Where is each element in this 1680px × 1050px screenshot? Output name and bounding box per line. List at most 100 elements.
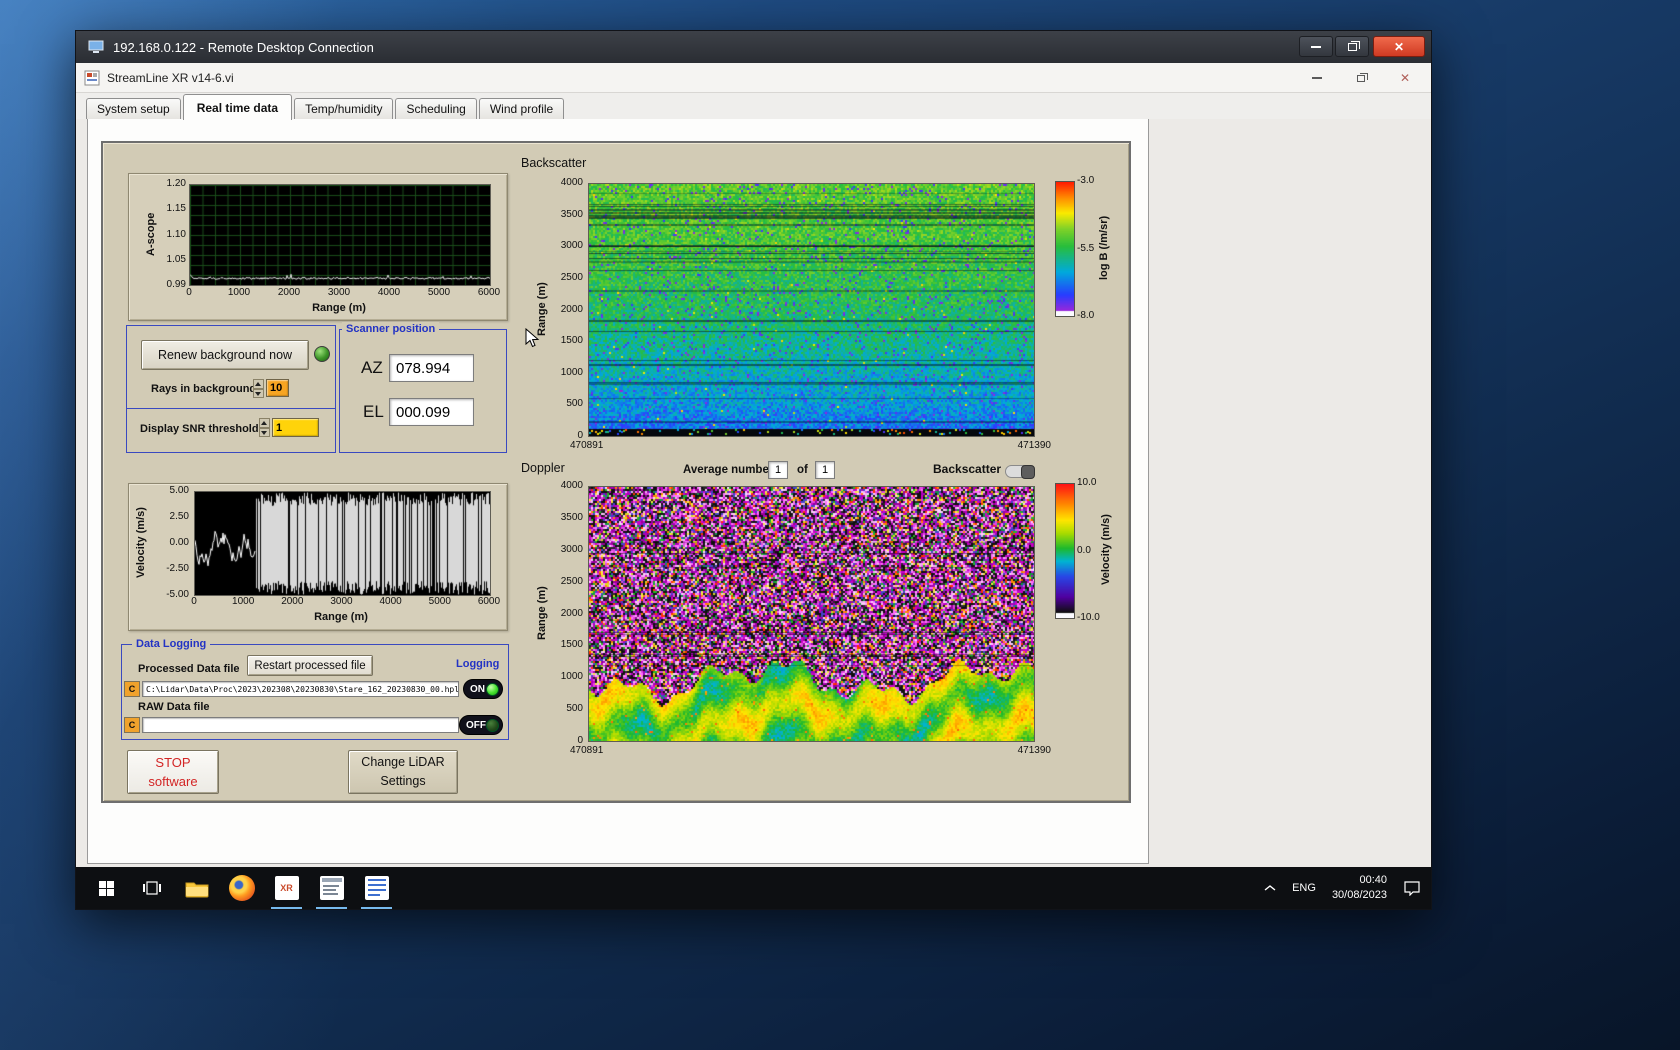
doppler-title: Doppler [521, 461, 565, 475]
streamline-app-button[interactable]: XR [264, 867, 309, 909]
spin-up-icon [259, 418, 270, 428]
tick-label: 1.10 [166, 228, 186, 240]
raw-path-field[interactable] [142, 717, 459, 733]
start-button[interactable] [84, 867, 129, 909]
tick-label: 6000 [477, 596, 501, 607]
spin-down-icon [253, 388, 264, 398]
clock-date: 30/08/2023 [1331, 889, 1387, 901]
rays-in-background-label: Rays in background [151, 383, 257, 395]
ascope-x-axis-label: Range (m) [312, 302, 366, 314]
firefox-button[interactable] [219, 867, 264, 909]
logging-on-toggle[interactable]: ON [463, 679, 503, 699]
tick-label: 0 [191, 596, 197, 607]
backscatter-toggle-label: Backscatter [933, 462, 1002, 476]
raw-path-drive-button[interactable]: C [124, 717, 140, 733]
tab-real-time-data[interactable]: Real time data [182, 94, 293, 120]
processed-path-drive-button[interactable]: C [124, 681, 140, 697]
tick-label: 2000 [560, 607, 583, 619]
average-count-field[interactable]: 1 [815, 461, 835, 479]
taskbar-clock[interactable]: 00:40 30/08/2023 [1332, 873, 1387, 903]
rdp-restore-button[interactable] [1335, 36, 1369, 57]
app-titlebar[interactable]: StreamLine XR v14-6.vi [76, 63, 1431, 93]
doppler-colorbar-label: Velocity (m/s) [1100, 514, 1112, 586]
restart-processed-file-button[interactable]: Restart processed file [247, 655, 373, 676]
tick-label: 5000 [428, 596, 451, 607]
action-center-button[interactable] [1403, 880, 1421, 896]
tab-wind-profile[interactable]: Wind profile [478, 98, 565, 119]
snr-spinner[interactable] [259, 418, 270, 437]
taskbar: XR ENG 00:40 30/08/2023 [76, 867, 1431, 909]
folder-icon [185, 882, 208, 897]
app-restore-button[interactable] [1353, 70, 1369, 86]
velocity-y-ticks: 5.00 2.50 0.00 -2.50 -5.00 [147, 484, 189, 601]
backscatter-x-start: 470891 [570, 440, 604, 451]
tick-label: 1500 [560, 335, 583, 347]
tick-label: -3.0 [1077, 175, 1095, 186]
tick-label: -2.50 [166, 563, 189, 574]
processed-path-field[interactable]: C:\Lidar\Data\Proc\2023\202308\20230830\… [142, 681, 459, 697]
average-number-input[interactable]: 1 [768, 461, 788, 479]
restore-icon [1347, 40, 1360, 51]
tick-label: 0.00 [169, 537, 189, 548]
windows-logo-icon [99, 880, 114, 896]
snr-value-input[interactable]: 1 [272, 418, 319, 437]
tab-scheduling[interactable]: Scheduling [395, 98, 477, 119]
backscatter-display-toggle[interactable] [1005, 465, 1035, 479]
scan-schedule-app-button[interactable] [309, 867, 354, 909]
ascope-y-ticks: 1.20 1.15 1.10 1.05 0.99 [153, 177, 186, 291]
scan-schedule-icon [319, 876, 344, 900]
scanner-position-group: Scanner position AZ 078.994 EL 000.099 [339, 322, 507, 453]
az-value-field[interactable]: 078.994 [389, 354, 474, 382]
on-label: ON [470, 683, 485, 695]
tick-label: 1.05 [166, 253, 186, 265]
background-controls-group: Renew background now Rays in background … [126, 325, 336, 453]
raw-data-file-label: RAW Data file [138, 701, 210, 713]
rdp-minimize-button[interactable] [1299, 36, 1333, 57]
stop-button-line2: software [148, 774, 198, 789]
app-minimize-button[interactable] [1309, 70, 1325, 86]
tick-label: 6000 [477, 287, 501, 298]
tick-label: 4000 [560, 480, 583, 491]
task-view-icon [142, 881, 161, 895]
show-hidden-icons-button[interactable] [1264, 884, 1276, 892]
change-lidar-settings-button[interactable]: Change LiDAR Settings [348, 750, 458, 794]
az-label: AZ [361, 358, 383, 377]
backscatter-x-end: 471390 [1017, 440, 1051, 451]
taskbar-left: XR [84, 867, 399, 909]
stop-button-line1: STOP [155, 754, 191, 770]
renew-background-button[interactable]: Renew background now [141, 340, 309, 370]
task-view-button[interactable] [129, 867, 174, 909]
tick-label: 3500 [560, 208, 583, 220]
lidar-front-panel: A-scope 1.20 1.15 1.10 1.05 0.99 0 1000 2000 30… [101, 141, 1131, 803]
file-explorer-button[interactable] [174, 867, 219, 909]
toggle-knob [1021, 465, 1035, 479]
app-window-title: StreamLine XR v14-6.vi [107, 70, 234, 85]
backscatter-title: Backscatter [521, 156, 587, 170]
tick-label: 500 [566, 398, 583, 410]
spin-up-icon [253, 379, 264, 389]
tick-label: 3500 [560, 511, 583, 523]
rays-value-input[interactable]: 10 [266, 379, 289, 397]
tab-system-setup[interactable]: System setup [86, 98, 181, 119]
tab-temp-humidity[interactable]: Temp/humidity [294, 98, 394, 119]
tick-label: 2500 [560, 575, 583, 587]
rdp-titlebar[interactable]: 192.168.0.122 - Remote Desktop Connectio… [76, 31, 1431, 63]
ascope-graph: A-scope 1.20 1.15 1.10 1.05 0.99 0 1000 2000 30… [128, 173, 508, 321]
language-indicator[interactable]: ENG [1292, 882, 1316, 894]
rays-spinner[interactable] [253, 379, 264, 398]
rdp-close-button[interactable]: ✕ [1373, 36, 1425, 57]
el-value-field[interactable]: 000.099 [389, 398, 474, 426]
doppler-y-axis-label: Range (m) [536, 586, 548, 640]
notes-app-button[interactable] [354, 867, 399, 909]
off-label: OFF [466, 719, 486, 731]
logging-label: Logging [456, 658, 500, 670]
app-close-button[interactable]: ✕ [1397, 70, 1413, 86]
tick-label: 4000 [379, 596, 402, 607]
notes-app-icon [364, 876, 389, 900]
raw-logging-off-toggle[interactable]: OFF [459, 715, 503, 735]
tick-label: 1.15 [166, 203, 186, 215]
streamline-app-icon: XR [274, 876, 299, 900]
backscatter-colorbar-label: log B (/m/sr) [1098, 215, 1110, 281]
stop-software-button[interactable]: STOP software [127, 750, 219, 794]
doppler-colorbar [1055, 483, 1075, 619]
